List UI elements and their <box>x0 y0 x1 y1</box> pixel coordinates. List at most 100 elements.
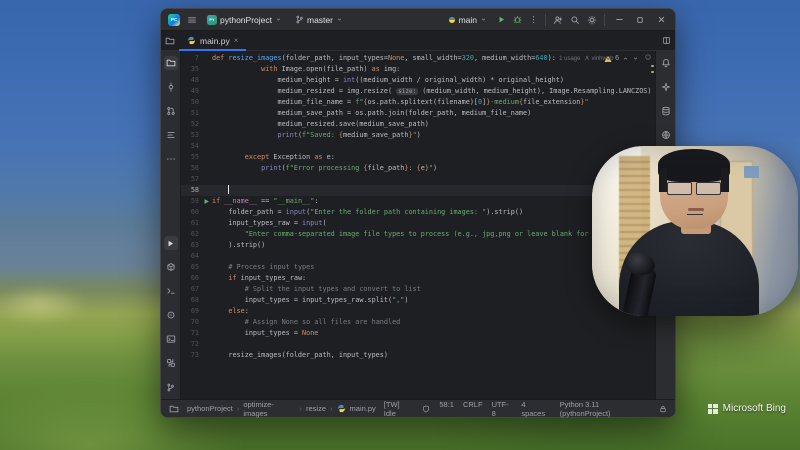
code-line[interactable]: 72 <box>181 339 655 350</box>
code-line[interactable]: 64 <box>181 251 655 262</box>
line-number[interactable]: 49 <box>181 86 203 97</box>
line-number[interactable]: 67 <box>181 284 203 295</box>
code-editor[interactable]: 6 7def resize_images(folder_path, input_… <box>181 51 655 399</box>
code-line[interactable]: 52 medium_resized.save(medium_save_path) <box>181 119 655 130</box>
breadcrumb-item[interactable]: pythonProject <box>187 404 233 413</box>
code-line[interactable]: 53 print(f"Saved: {medium_save_path}") <box>181 130 655 141</box>
run-button[interactable] <box>497 15 506 24</box>
hamburger-menu-icon[interactable] <box>187 15 197 25</box>
line-number[interactable]: 63 <box>181 240 203 251</box>
code-line[interactable]: 35 with Image.open(file_path) as img: <box>181 64 655 75</box>
line-number[interactable]: 53 <box>181 130 203 141</box>
close-button[interactable] <box>654 15 668 24</box>
code-line[interactable]: 62 "Enter comma-separated image file typ… <box>181 229 655 240</box>
line-number[interactable]: 55 <box>181 152 203 163</box>
run-tool-icon[interactable] <box>164 236 178 250</box>
line-number[interactable]: 52 <box>181 119 203 130</box>
line-number[interactable]: 61 <box>181 218 203 229</box>
breadcrumb-file[interactable]: main.py <box>350 404 376 413</box>
breadcrumb[interactable]: pythonProject›optimize-images›resize›mai… <box>187 400 376 418</box>
breadcrumb-item[interactable]: optimize-images <box>243 400 295 418</box>
line-number[interactable]: 64 <box>181 251 203 262</box>
problems-icon[interactable] <box>164 308 178 322</box>
database-icon[interactable] <box>659 104 673 118</box>
line-number[interactable]: 48 <box>181 75 203 86</box>
status-item[interactable]: Python 3.11 (pythonProject) <box>560 400 650 418</box>
status-item[interactable]: UTF-8 <box>492 400 513 418</box>
status-item[interactable]: CRLF <box>463 400 483 418</box>
select-in-project-icon[interactable] <box>165 36 175 46</box>
code-line[interactable]: 7def resize_images(folder_path, input_ty… <box>181 53 655 64</box>
line-number[interactable]: 57 <box>181 174 203 185</box>
code-line[interactable]: 70 # Assign None so all files are handle… <box>181 317 655 328</box>
code-line[interactable]: 48 medium_height = int((medium_width / o… <box>181 75 655 86</box>
maximize-button[interactable] <box>633 16 647 24</box>
code-line[interactable]: 50 medium_file_name = f"{os.path.splitex… <box>181 97 655 108</box>
search-everywhere-icon[interactable] <box>570 15 580 25</box>
gutter-run-icon[interactable] <box>203 196 212 207</box>
code-line[interactable]: 73 resize_images(folder_path, input_type… <box>181 350 655 361</box>
line-number[interactable]: 56 <box>181 163 203 174</box>
code-line[interactable]: 55 except Exception as e: <box>181 152 655 163</box>
code-line[interactable]: 56 print(f"Error processing {file_path}:… <box>181 163 655 174</box>
code-line[interactable]: 69 else: <box>181 306 655 317</box>
code-line[interactable]: 68 input_types = input_types_raw.split("… <box>181 295 655 306</box>
terminal-icon[interactable] <box>164 332 178 346</box>
python-console-icon[interactable] <box>164 284 178 298</box>
code-line[interactable]: 66 if input_types_raw: <box>181 273 655 284</box>
breadcrumb-item[interactable]: resize <box>306 404 326 413</box>
python-packages-icon[interactable] <box>164 260 178 274</box>
more-actions-icon[interactable] <box>529 15 538 24</box>
code-line[interactable]: 54 <box>181 141 655 152</box>
project-folder-icon[interactable] <box>164 56 178 70</box>
minimize-button[interactable] <box>612 15 626 24</box>
line-number[interactable]: 62 <box>181 229 203 240</box>
notifications-bell-icon[interactable] <box>659 56 673 70</box>
tw-status[interactable]: [TW] Idle <box>384 400 414 418</box>
settings-gear-icon[interactable] <box>587 15 597 25</box>
code-line[interactable]: 65 # Process input types <box>181 262 655 273</box>
endpoints-globe-icon[interactable] <box>659 128 673 142</box>
version-control-icon[interactable] <box>164 380 178 394</box>
tab-main-py[interactable]: main.py × <box>179 31 246 50</box>
pycharm-app-icon[interactable]: PC <box>168 14 180 26</box>
line-number[interactable]: 35 <box>181 64 203 75</box>
pull-requests-icon[interactable] <box>164 104 178 118</box>
line-number[interactable]: 66 <box>181 273 203 284</box>
commit-icon[interactable] <box>164 80 178 94</box>
line-number[interactable]: 71 <box>181 328 203 339</box>
code-line[interactable]: 49 medium_resized = img.resize( size: (m… <box>181 86 655 97</box>
line-number[interactable]: 59 <box>181 196 203 207</box>
line-number[interactable]: 68 <box>181 295 203 306</box>
readonly-lock-icon[interactable] <box>659 405 667 413</box>
code-line[interactable]: 60 folder_path = input("Enter the folder… <box>181 207 655 218</box>
debug-button[interactable] <box>513 15 522 24</box>
vcs-widget[interactable]: master <box>292 14 346 26</box>
code-line[interactable]: 63 ).strip() <box>181 240 655 251</box>
more-tools-icon[interactable] <box>164 152 178 166</box>
line-number[interactable]: 7 <box>181 53 203 64</box>
services-icon[interactable] <box>164 356 178 370</box>
line-number[interactable]: 50 <box>181 97 203 108</box>
code-with-me-icon[interactable] <box>553 15 563 25</box>
project-widget[interactable]: PY pythonProject <box>204 14 285 26</box>
status-item[interactable]: 58:1 <box>439 400 454 418</box>
ai-assistant-icon[interactable] <box>659 80 673 94</box>
code-line[interactable]: 71 input_types = None <box>181 328 655 339</box>
run-configuration-selector[interactable]: main <box>445 14 490 26</box>
code-line[interactable]: 58 <box>181 185 655 196</box>
status-item[interactable]: 4 spaces <box>521 400 550 418</box>
line-number[interactable]: 72 <box>181 339 203 350</box>
line-number[interactable]: 58 <box>181 185 203 196</box>
code-line[interactable]: 59if __name__ == "__main__": <box>181 196 655 207</box>
code-line[interactable]: 67 # Split the input types and convert t… <box>181 284 655 295</box>
split-editor-icon[interactable] <box>662 36 671 45</box>
line-number[interactable]: 73 <box>181 350 203 361</box>
code-line[interactable]: 51 medium_save_path = os.path.join(folde… <box>181 108 655 119</box>
code-line[interactable]: 61 input_types_raw = input( <box>181 218 655 229</box>
line-number[interactable]: 60 <box>181 207 203 218</box>
line-number[interactable]: 69 <box>181 306 203 317</box>
structure-icon[interactable] <box>164 128 178 142</box>
line-number[interactable]: 54 <box>181 141 203 152</box>
line-number[interactable]: 70 <box>181 317 203 328</box>
